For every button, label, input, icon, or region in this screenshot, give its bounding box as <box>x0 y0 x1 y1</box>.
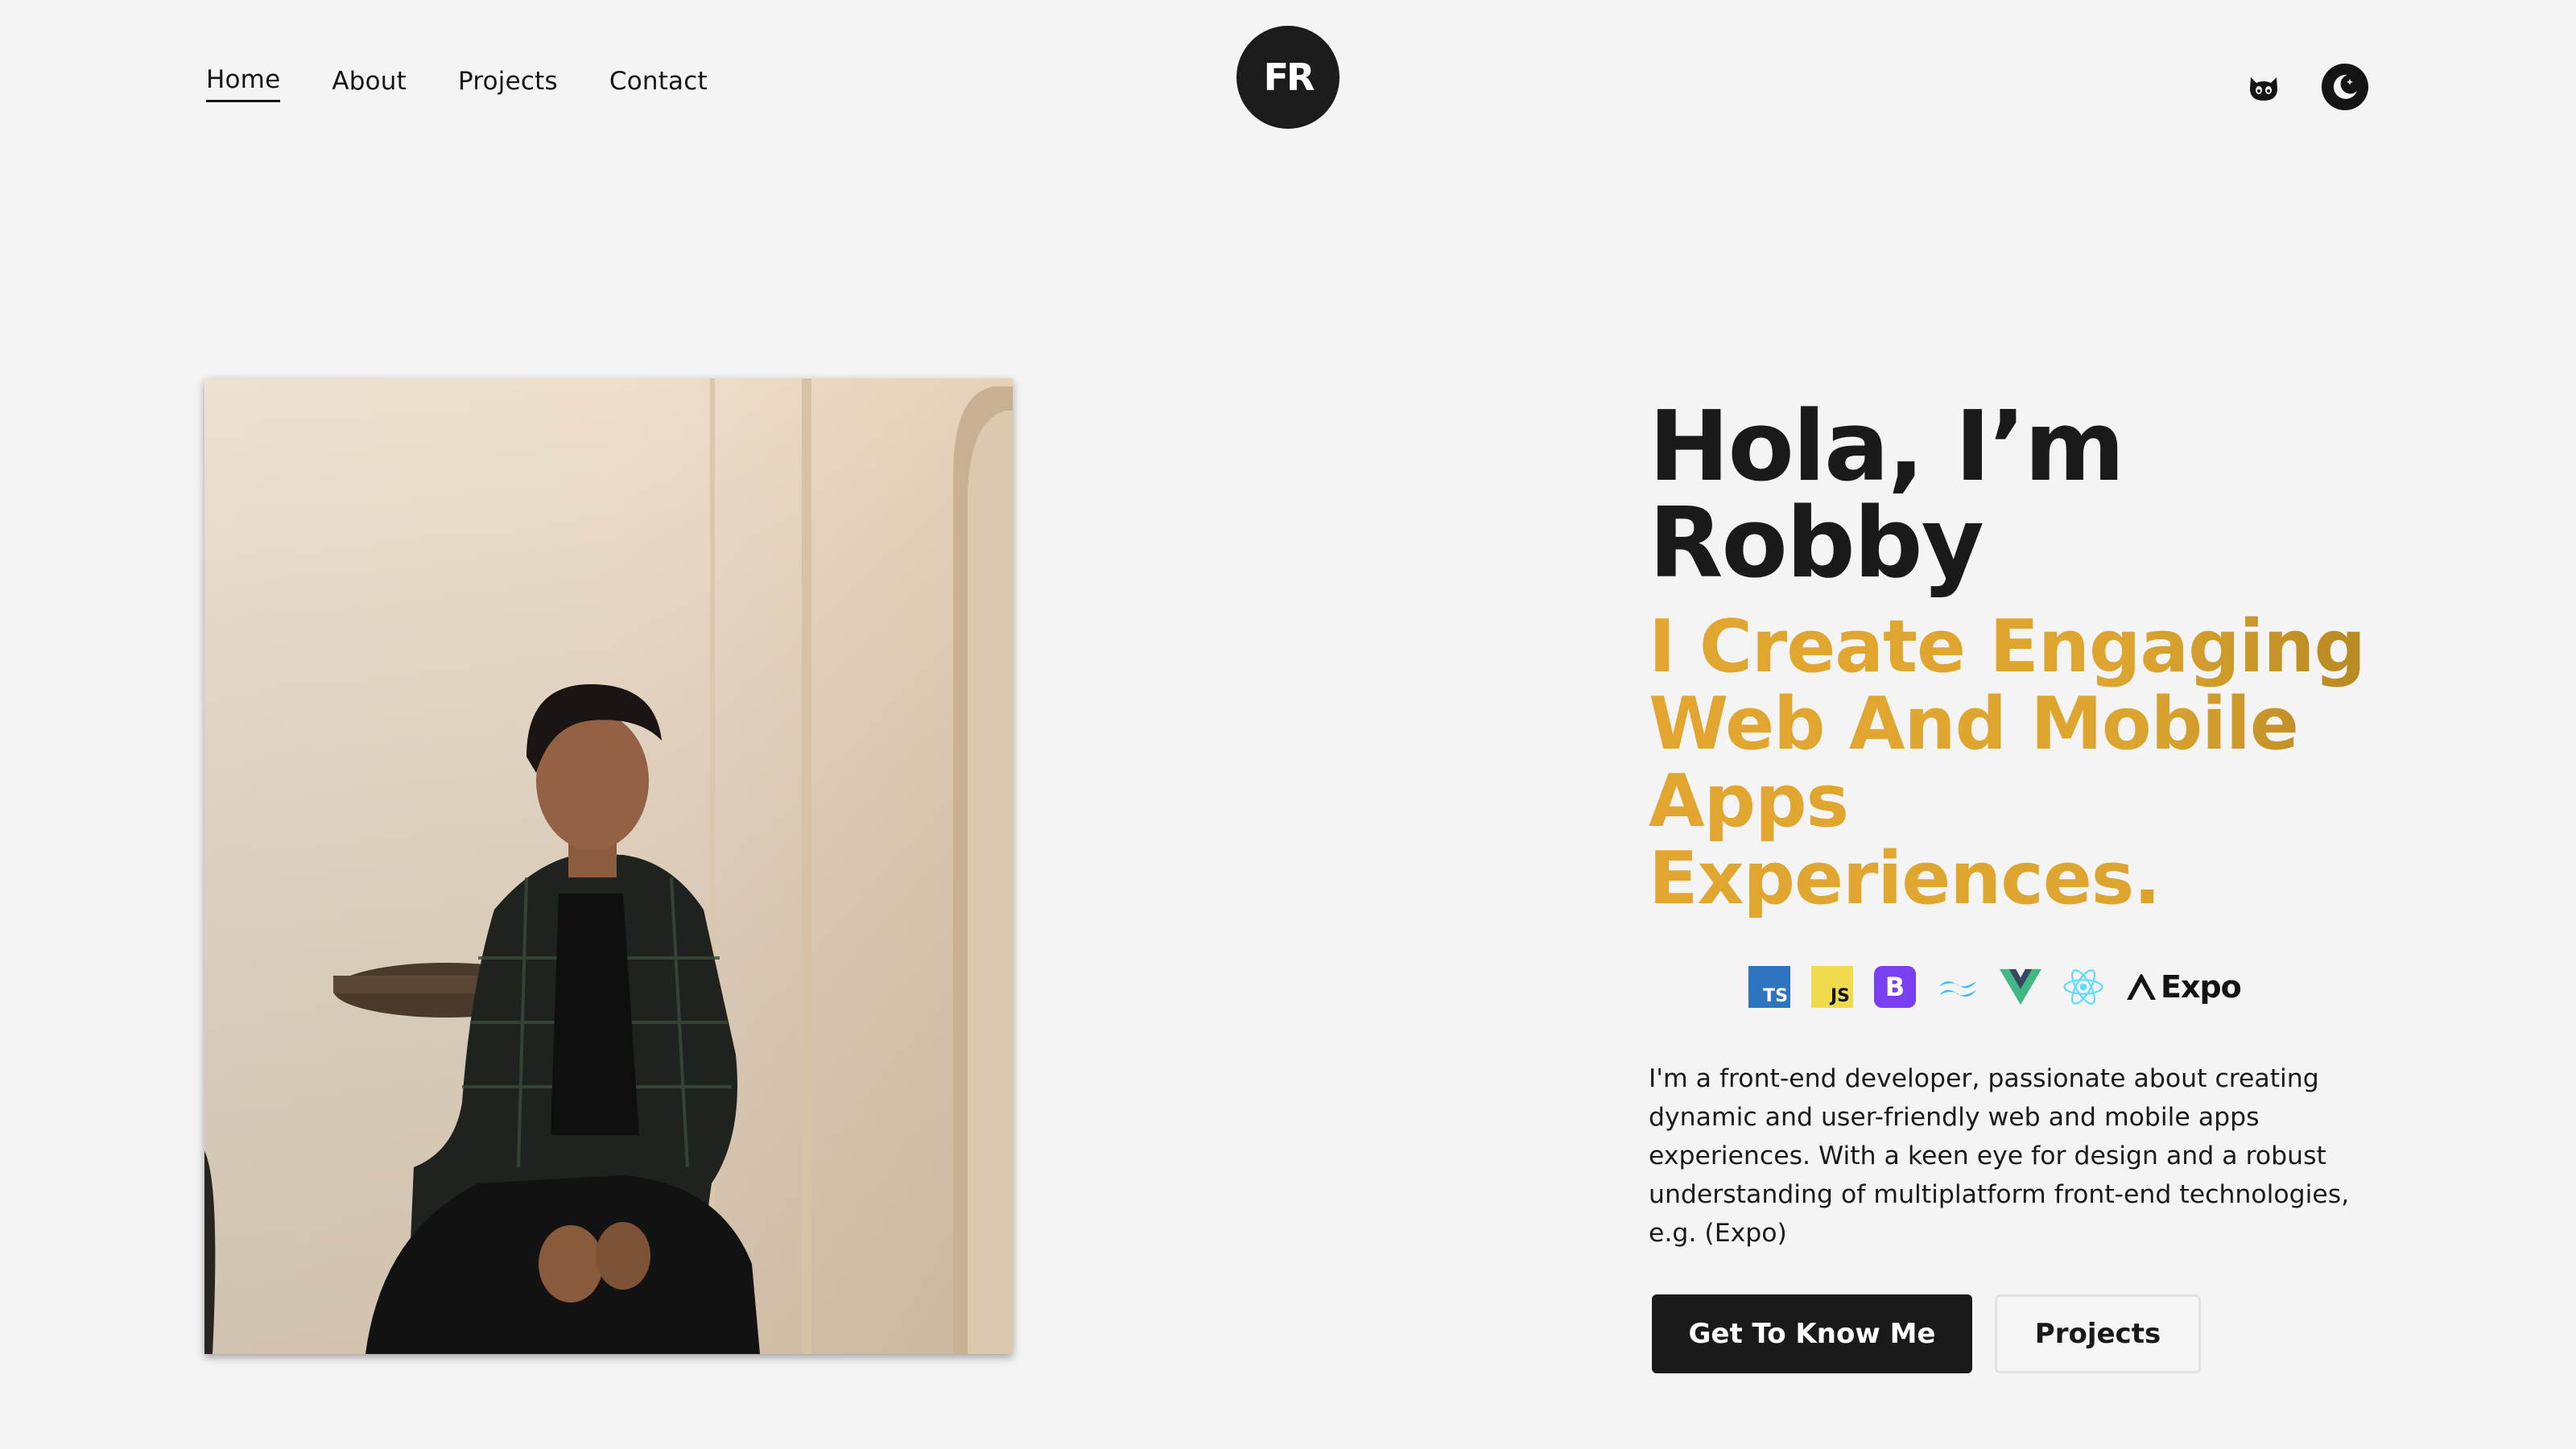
typescript-label: TS <box>1763 986 1788 1006</box>
bootstrap-icon: B <box>1874 966 1916 1008</box>
hero-subtitle-line: I Create Engaging <box>1649 605 2365 689</box>
github-cat-icon <box>2250 77 2277 101</box>
bootstrap-label: B <box>1885 972 1905 1002</box>
header-actions <box>2241 64 2368 110</box>
hero-section: Hola, I’m Robby I Create Engaging Web An… <box>1649 399 2454 1373</box>
site-logo[interactable]: FR <box>1236 26 1340 129</box>
profile-photo <box>204 378 1013 1354</box>
hero-subtitle-line: Web And Mobile <box>1649 682 2298 766</box>
javascript-icon: JS <box>1811 966 1853 1008</box>
tech-stack: TS JS B Expo <box>1748 963 2454 1011</box>
page: Home About Projects Contact FR Hola, I’m… <box>0 0 2576 1449</box>
projects-button[interactable]: Projects <box>1995 1294 2201 1373</box>
get-to-know-me-button[interactable]: Get To Know Me <box>1652 1294 1972 1373</box>
typescript-icon: TS <box>1748 966 1790 1008</box>
expo-icon: Expo <box>2125 969 2242 1005</box>
react-icon <box>2062 966 2104 1008</box>
main-nav: Home About Projects Contact <box>206 66 708 103</box>
tailwind-icon <box>1937 966 1979 1008</box>
hero-subtitle-line: Apps <box>1649 759 1849 844</box>
hero-title: Hola, I’m Robby <box>1649 399 2454 592</box>
nav-home[interactable]: Home <box>206 66 281 103</box>
github-link[interactable] <box>2241 64 2286 109</box>
nav-about[interactable]: About <box>332 67 407 101</box>
dark-mode-moon-icon <box>2333 74 2357 99</box>
theme-toggle-button[interactable] <box>2322 64 2368 110</box>
logo-text: FR <box>1263 56 1315 99</box>
vue-icon <box>2000 966 2041 1008</box>
hero-title-line2: Robby <box>1649 488 1984 600</box>
hero-subtitle: I Create Engaging Web And Mobile Apps Ex… <box>1649 609 2454 918</box>
hero-subtitle-line: Experiences. <box>1649 836 2161 921</box>
nav-projects[interactable]: Projects <box>458 67 558 101</box>
hero-description: I'm a front-end developer, passionate ab… <box>1649 1064 2350 1248</box>
nav-contact[interactable]: Contact <box>609 67 708 101</box>
cta-buttons: Get To Know Me Projects <box>1652 1294 2454 1373</box>
hero-title-line1: Hola, I’m <box>1649 391 2125 503</box>
expo-label: Expo <box>2161 969 2242 1005</box>
javascript-label: JS <box>1830 986 1850 1006</box>
